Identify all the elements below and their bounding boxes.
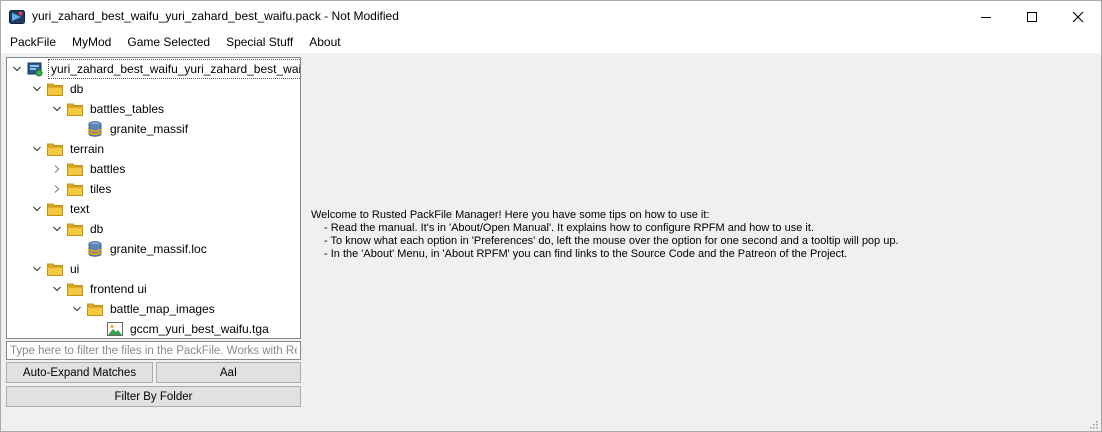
database-icon xyxy=(87,241,103,257)
tree-item-folder[interactable]: tiles xyxy=(50,179,113,199)
case-sensitive-button[interactable]: AaI xyxy=(156,362,301,383)
minimize-icon xyxy=(981,16,991,18)
packfile-icon xyxy=(27,61,43,77)
tree-item-label: text xyxy=(70,202,90,216)
folder-icon xyxy=(87,301,103,317)
tip-item: - Read the manual. It's in 'About/Open M… xyxy=(324,222,814,234)
menu-about[interactable]: About xyxy=(301,32,348,53)
tree-item-label: battles_tables xyxy=(90,102,165,116)
tree-filter-input[interactable] xyxy=(6,341,301,360)
folder-icon xyxy=(47,141,63,157)
menu-game-selected[interactable]: Game Selected xyxy=(119,32,218,53)
folder-icon xyxy=(47,201,63,217)
folder-icon xyxy=(67,221,83,237)
tree-item-label: gccm_yuri_best_waifu.tga xyxy=(130,322,269,336)
menu-mymod[interactable]: MyMod xyxy=(64,32,119,53)
folder-icon xyxy=(47,261,63,277)
tip-item: - To know what each option in 'Preferenc… xyxy=(324,235,899,247)
tree-item-folder[interactable]: terrain xyxy=(30,139,106,159)
close-icon xyxy=(1072,11,1084,22)
title-bar[interactable]: yuri_zahard_best_waifu_yuri_zahard_best_… xyxy=(1,1,1101,32)
tree-item-image[interactable]: gccm_yuri_best_waifu.tga xyxy=(90,319,271,338)
tree-item-label: yuri_zahard_best_waifu_yuri_zahard_best_… xyxy=(48,59,300,79)
tree-item-folder[interactable]: battles_tables xyxy=(50,99,166,119)
tree-item-folder[interactable]: text xyxy=(30,199,91,219)
tree-item-label: granite_massif xyxy=(110,122,189,136)
tree-item-label: db xyxy=(90,222,104,236)
auto-expand-matches-button[interactable]: Auto-Expand Matches xyxy=(6,362,153,383)
folder-icon xyxy=(67,181,83,197)
menu-packfile[interactable]: PackFile xyxy=(1,32,64,53)
folder-icon xyxy=(67,161,83,177)
tree-item-label: db xyxy=(70,82,84,96)
tree-item-folder[interactable]: db xyxy=(30,79,85,99)
tree-item-loc[interactable]: granite_massif.loc xyxy=(70,239,209,259)
chevron-down-icon[interactable] xyxy=(30,259,44,279)
chevron-right-icon[interactable] xyxy=(50,179,64,199)
resize-grip-icon[interactable] xyxy=(1088,418,1098,429)
filter-by-folder-button[interactable]: Filter By Folder xyxy=(6,386,301,407)
maximize-icon xyxy=(1027,11,1037,22)
welcome-intro: Welcome to Rusted PackFile Manager! Here… xyxy=(311,209,710,221)
rpfm-app-icon xyxy=(9,9,25,25)
filter-by-folder-label: Filter By Folder xyxy=(114,390,193,403)
chevron-down-icon[interactable] xyxy=(50,279,64,299)
tree-item-label: ui xyxy=(70,262,80,276)
tree-item-folder[interactable]: frontend ui xyxy=(50,279,149,299)
tree-item-root[interactable]: yuri_zahard_best_waifu_yuri_zahard_best_… xyxy=(10,59,300,79)
tree-item-label: tiles xyxy=(90,182,112,196)
menu-bar: PackFile MyMod Game Selected Special Stu… xyxy=(1,32,1101,53)
chevron-down-icon[interactable] xyxy=(30,199,44,219)
chevron-down-icon[interactable] xyxy=(30,139,44,159)
tip-item: - In the 'About' Menu, in 'About RPFM' y… xyxy=(324,248,848,260)
close-button[interactable] xyxy=(1055,1,1101,32)
tree-item-label: granite_massif.loc xyxy=(110,242,207,256)
chevron-down-icon[interactable] xyxy=(70,299,84,319)
tree-item-label: frontend ui xyxy=(90,282,147,296)
chevron-down-icon[interactable] xyxy=(10,59,24,79)
tree-item-label: battle_map_images xyxy=(110,302,215,316)
main-window: yuri_zahard_best_waifu_yuri_zahard_best_… xyxy=(0,0,1102,432)
minimize-button[interactable] xyxy=(963,1,1009,32)
database-icon xyxy=(87,121,103,137)
folder-icon xyxy=(47,81,63,97)
window-title: yuri_zahard_best_waifu_yuri_zahard_best_… xyxy=(32,9,399,23)
folder-icon xyxy=(67,101,83,117)
welcome-tips: Welcome to Rusted PackFile Manager! Here… xyxy=(311,209,899,261)
tree-item-folder[interactable]: battle_map_images xyxy=(70,299,217,319)
menu-special-stuff[interactable]: Special Stuff xyxy=(218,32,301,53)
chevron-down-icon[interactable] xyxy=(50,219,64,239)
packfile-tree[interactable]: yuri_zahard_best_waifu_yuri_zahard_best_… xyxy=(6,57,301,339)
tree-item-table[interactable]: granite_massif xyxy=(70,119,190,139)
tree-item-folder[interactable]: db xyxy=(50,219,105,239)
tree-item-folder[interactable]: battles xyxy=(50,159,127,179)
auto-expand-matches-label: Auto-Expand Matches xyxy=(22,366,137,379)
maximize-button[interactable] xyxy=(1009,1,1055,32)
folder-icon xyxy=(67,281,83,297)
tree-item-label: terrain xyxy=(70,142,105,156)
chevron-down-icon[interactable] xyxy=(30,79,44,99)
chevron-right-icon[interactable] xyxy=(50,159,64,179)
tree-item-label: battles xyxy=(90,162,126,176)
tree-item-folder[interactable]: ui xyxy=(30,259,81,279)
chevron-down-icon[interactable] xyxy=(50,99,64,119)
image-icon xyxy=(107,321,123,337)
case-sensitive-label: AaI xyxy=(219,366,238,379)
